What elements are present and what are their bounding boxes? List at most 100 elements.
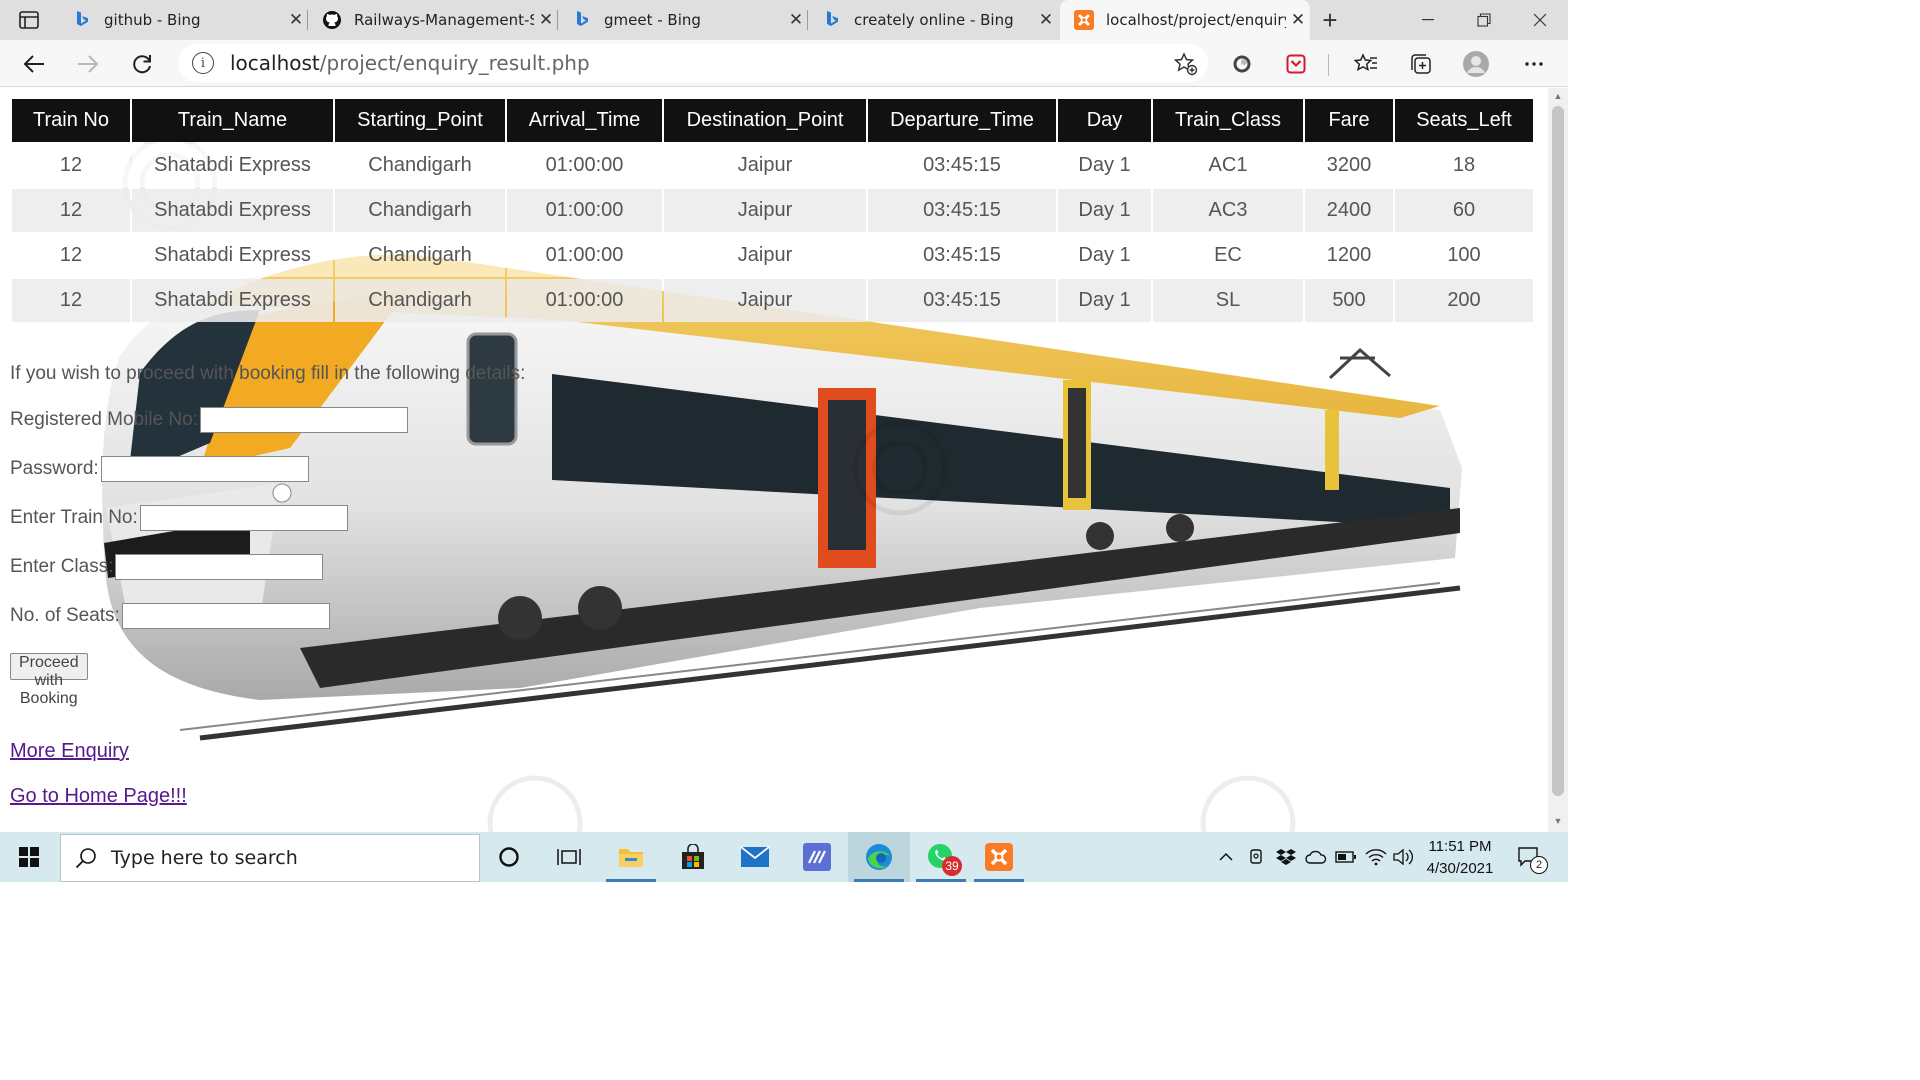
close-window-icon[interactable] (1512, 0, 1568, 40)
wifi-icon[interactable] (1362, 832, 1390, 882)
close-tab-icon[interactable]: ✕ (534, 10, 558, 30)
tab-strip: github - Bing ✕ Railways-Management-Sy ✕… (0, 0, 1568, 40)
minimize-icon[interactable] (1400, 0, 1456, 40)
tab-localhost-enquiry[interactable]: localhost/project/enquiry ✕ (1060, 0, 1310, 40)
home-page-link[interactable]: Go to Home Page!!! (10, 785, 187, 808)
password-row: Password: (10, 456, 309, 482)
mail-icon[interactable] (724, 832, 786, 882)
whatsapp-icon[interactable]: 39 (910, 832, 972, 882)
taskbar-search-box[interactable]: Type here to search (60, 834, 480, 882)
table-cell: Jaipur (664, 189, 866, 232)
scroll-down-arrow-icon[interactable]: ▼ (1552, 816, 1564, 826)
tab-github-repo[interactable]: Railways-Management-Sy ✕ (308, 0, 558, 40)
tab-creately-bing[interactable]: creately online - Bing ✕ (808, 0, 1058, 40)
page-scrollbar[interactable]: ▲ ▼ (1548, 88, 1568, 832)
table-cell: 200 (1395, 279, 1533, 322)
col-header: Starting_Point (335, 99, 505, 142)
tab-title: localhost/project/enquiry (1106, 11, 1286, 29)
table-cell: Jaipur (664, 234, 866, 277)
start-button[interactable] (0, 832, 58, 882)
tab-title: github - Bing (104, 11, 201, 29)
tab-gmeet-bing[interactable]: gmeet - Bing ✕ (558, 0, 808, 40)
table-row: 12 Shatabdi Express Chandigarh 01:00:00 … (12, 279, 1533, 322)
search-icon (75, 848, 96, 869)
password-input[interactable] (100, 456, 309, 482)
favorites-icon[interactable] (1350, 48, 1382, 80)
col-header: Day (1058, 99, 1151, 142)
close-tab-icon[interactable]: ✕ (1286, 10, 1310, 30)
cortana-icon[interactable] (478, 832, 540, 882)
windows-logo-icon (19, 847, 39, 867)
tab-github-bing[interactable]: github - Bing ✕ (58, 0, 308, 40)
profile-avatar[interactable] (1460, 48, 1492, 80)
bing-icon (572, 10, 592, 30)
address-bar[interactable]: i localhost/project/enquiry_result.php (178, 44, 1208, 82)
xampp-taskbar-icon[interactable] (968, 832, 1030, 882)
table-cell: 60 (1395, 189, 1533, 232)
table-cell: Shatabdi Express (132, 279, 333, 322)
scroll-up-arrow-icon[interactable]: ▲ (1552, 91, 1564, 101)
proceed-booking-button[interactable]: Proceed with Booking (10, 653, 88, 707)
table-cell: Jaipur (664, 279, 866, 322)
table-cell: 18 (1395, 144, 1533, 187)
search-placeholder: Type here to search (111, 847, 298, 869)
tab-actions-menu-icon[interactable] (0, 0, 58, 40)
collections-icon[interactable] (1404, 48, 1436, 80)
meet-now-icon[interactable] (1244, 832, 1270, 882)
more-enquiry-link[interactable]: More Enquiry (10, 740, 129, 763)
mobile-input[interactable] (199, 407, 408, 433)
seats-input[interactable] (121, 603, 330, 629)
extension-circle-icon[interactable] (1226, 48, 1258, 80)
refresh-icon[interactable] (122, 44, 162, 84)
train-no-input[interactable] (139, 505, 348, 531)
table-cell: 12 (12, 144, 130, 187)
clock-date: 4/30/2021 (1426, 860, 1494, 877)
file-explorer-icon[interactable] (600, 832, 662, 882)
close-tab-icon[interactable]: ✕ (1034, 10, 1058, 30)
table-cell: Shatabdi Express (132, 234, 333, 277)
table-cell: Day 1 (1058, 189, 1151, 232)
close-tab-icon[interactable]: ✕ (284, 10, 308, 30)
add-favorite-icon[interactable] (1173, 52, 1198, 81)
show-hidden-icons-icon[interactable] (1214, 832, 1238, 882)
table-row: 12 Shatabdi Express Chandigarh 01:00:00 … (12, 234, 1533, 277)
table-cell: 03:45:15 (868, 279, 1056, 322)
task-view-icon[interactable] (538, 832, 600, 882)
class-row: Enter Class: (10, 554, 324, 580)
table-cell: 12 (12, 234, 130, 277)
table-header-row: Train No Train_Name Starting_Point Arriv… (12, 99, 1533, 142)
dropbox-icon[interactable] (1272, 832, 1300, 882)
onedrive-icon[interactable] (1302, 832, 1330, 882)
new-tab-icon[interactable]: + (1310, 0, 1350, 40)
table-cell: Jaipur (664, 144, 866, 187)
class-label: Enter Class: (10, 556, 114, 577)
bing-icon (822, 10, 842, 30)
microsoft-store-icon[interactable] (662, 832, 724, 882)
battery-icon[interactable] (1332, 832, 1360, 882)
site-info-icon[interactable]: i (192, 52, 214, 74)
pocket-extension-icon[interactable] (1280, 48, 1312, 80)
table-cell: 03:45:15 (868, 189, 1056, 232)
col-header: Train_Name (132, 99, 333, 142)
whiteboard-app-icon[interactable] (786, 832, 848, 882)
windows-taskbar: Type here to search 39 11:51 PM 4/30/202… (0, 832, 1568, 882)
train-no-row: Enter Train No: (10, 505, 348, 531)
col-header: Fare (1305, 99, 1393, 142)
table-cell: Chandigarh (335, 279, 505, 322)
notification-center-icon[interactable]: 2 (1512, 832, 1548, 882)
table-row: 12 Shatabdi Express Chandigarh 01:00:00 … (12, 189, 1533, 232)
close-tab-icon[interactable]: ✕ (784, 10, 808, 30)
col-header: Destination_Point (664, 99, 866, 142)
tab-title: Railways-Management-Sy (354, 11, 534, 29)
scrollbar-thumb[interactable] (1552, 106, 1564, 796)
back-icon[interactable] (14, 44, 54, 84)
table-cell: 03:45:15 (868, 144, 1056, 187)
train-results-table: Train No Train_Name Starting_Point Arriv… (10, 97, 1535, 324)
forward-icon[interactable] (68, 44, 108, 84)
class-input[interactable] (115, 554, 324, 580)
table-cell: Day 1 (1058, 144, 1151, 187)
taskbar-clock[interactable]: 11:51 PM 4/30/2021 (1412, 836, 1508, 880)
more-menu-icon[interactable] (1518, 48, 1550, 80)
edge-browser-icon[interactable] (848, 832, 910, 882)
restore-icon[interactable] (1456, 0, 1512, 40)
